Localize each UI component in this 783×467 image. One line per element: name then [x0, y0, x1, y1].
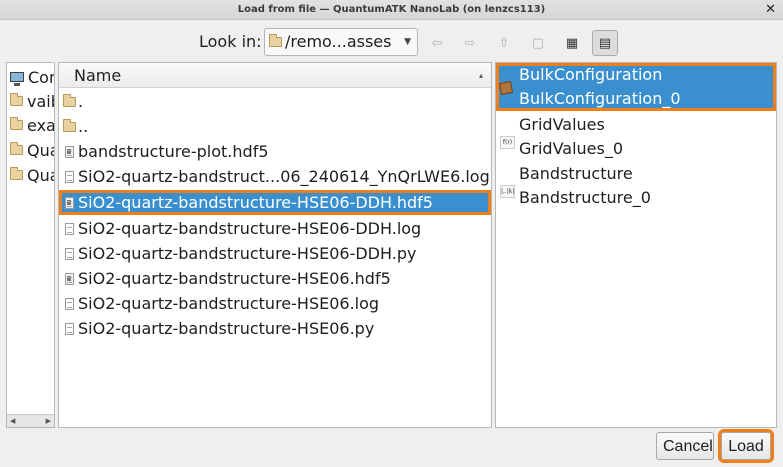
list-view-button[interactable]: ▦ — [559, 30, 585, 56]
object-type: BulkConfiguration — [519, 65, 663, 84]
file-row[interactable]: SiO2-quartz-bandstructure-HSE06.py — [59, 316, 491, 341]
file-name: SiO2-quartz-bandstructure-HSE06-DDH.log — [78, 219, 422, 238]
sidebar-item-label: vaibhav — [27, 91, 54, 111]
folder-icon — [10, 93, 23, 106]
hdf5-file-icon — [64, 272, 74, 285]
file-name: SiO2-quartz-bandstructure-HSE06-DDH.hdf5 — [78, 193, 433, 212]
sidebar-horizontal-scrollbar[interactable]: ◀ ▶ — [7, 414, 54, 427]
grid-values-icon: f(r) — [500, 136, 515, 149]
object-id: BulkConfiguration_0 — [519, 89, 681, 108]
window-titlebar: Load from file — QuantumATK NanoLab (on … — [0, 0, 783, 20]
sidebar-item-label: Computer — [28, 67, 54, 87]
sidebar-item-folder[interactable]: vaibhav — [10, 89, 54, 113]
detail-view-button[interactable]: ▤ — [592, 30, 618, 56]
computer-icon — [10, 72, 24, 86]
forward-button[interactable]: ⇨ — [457, 30, 483, 56]
file-icon — [64, 222, 74, 235]
file-name: SiO2-quartz-bandstructure-HSE06.py — [78, 319, 375, 338]
folder-icon — [269, 34, 282, 47]
file-row[interactable]: SiO2-quartz-bandstructure-HSE06.hdf5 — [59, 266, 491, 291]
sidebar-item-folder[interactable]: QuantumATK — [10, 163, 54, 187]
file-name: SiO2-quartz-bandstructure-HSE06-DDH.py — [78, 244, 417, 263]
scroll-left-icon[interactable]: ◀ — [10, 417, 15, 425]
sidebar-item-folder[interactable]: examples — [10, 113, 55, 137]
close-icon[interactable]: ✕ — [765, 1, 776, 19]
file-name: bandstructure-plot.hdf5 — [78, 142, 269, 161]
object-id: GridValues_0 — [519, 139, 624, 158]
file-list: Name ▴ . .. bandstructure-plot.hdf5 SiO2… — [58, 62, 492, 428]
sidebar-item-label: QuantumATK — [27, 140, 54, 160]
window-title: Load from file — QuantumATK NanoLab (on … — [237, 4, 546, 15]
file-name: . — [78, 92, 84, 111]
object-id: Bandstructure_0 — [519, 188, 651, 207]
file-name: .. — [78, 117, 89, 136]
sidebar-item-label: examples — [27, 115, 55, 135]
new-folder-button[interactable]: ▢ — [525, 30, 551, 56]
object-type: GridValues — [519, 115, 605, 134]
sidebar-item-label: QuantumATK — [27, 165, 54, 185]
sidebar-item-computer[interactable]: Computer — [10, 65, 54, 89]
file-icon — [64, 247, 74, 260]
folder-icon — [10, 117, 23, 130]
column-header-name[interactable]: Name ▴ — [59, 63, 491, 88]
file-icon — [64, 170, 74, 183]
file-row[interactable]: SiO2-quartz-bandstructure-HSE06-DDH.py — [59, 241, 491, 266]
file-row[interactable]: SiO2-quartz-bandstructure-HSE06.log — [59, 291, 491, 316]
hdf5-file-icon — [64, 145, 74, 158]
file-row[interactable]: bandstructure-plot.hdf5 — [59, 139, 491, 164]
object-item-selected[interactable]: BulkConfiguration BulkConfiguration_0 — [496, 63, 776, 111]
look-in-combobox[interactable]: /remo...asses ▼ — [264, 28, 418, 56]
parent-directory-button[interactable]: ⇧ — [491, 30, 517, 56]
bandstructure-icon: |,.|k| — [500, 185, 515, 198]
look-in-path: /remo...asses — [285, 32, 392, 51]
folder-icon — [62, 93, 76, 107]
file-row[interactable]: SiO2-quartz-bandstructure-HSE06-DDH.log — [59, 216, 491, 241]
folder-icon — [62, 118, 76, 132]
cancel-button[interactable]: Cancel — [656, 432, 714, 460]
sidebar-item-folder[interactable]: QuantumATK — [10, 138, 54, 162]
file-name: SiO2-quartz-bandstructure-HSE06.hdf5 — [78, 269, 391, 288]
file-name: SiO2-quartz-bandstructure-HSE06.log — [78, 294, 380, 313]
object-type: Bandstructure — [519, 164, 633, 183]
file-name: SiO2-quartz-bandstruct...06_240614_YnQrL… — [78, 167, 490, 186]
toolbar: Look in: /remo...asses ▼ ⇦ ⇨ ⇧ ▢ ▦ ▤ — [0, 24, 783, 62]
file-icon — [64, 297, 74, 310]
dropdown-caret-icon: ▼ — [404, 37, 411, 47]
bulk-configuration-icon — [498, 80, 514, 96]
object-list: BulkConfiguration BulkConfiguration_0 f(… — [495, 62, 777, 428]
file-row-selected[interactable]: SiO2-quartz-bandstructure-HSE06-DDH.hdf5 — [59, 190, 491, 215]
places-sidebar: Computer vaibhav examples QuantumATK Qua… — [6, 62, 55, 428]
file-row[interactable]: .. — [59, 114, 491, 139]
object-item[interactable]: |,.|k| Bandstructure Bandstructure_0 — [496, 162, 776, 210]
back-button[interactable]: ⇦ — [424, 30, 450, 56]
scroll-right-icon[interactable]: ▶ — [46, 417, 51, 425]
folder-icon — [10, 167, 23, 180]
load-button[interactable]: Load — [718, 429, 774, 463]
look-in-label: Look in: — [199, 32, 262, 51]
object-item[interactable]: f(r) GridValues GridValues_0 — [496, 113, 776, 161]
sort-indicator-icon: ▴ — [478, 71, 483, 80]
file-icon — [64, 322, 74, 335]
file-row[interactable]: . — [59, 89, 491, 114]
hdf5-file-icon — [64, 196, 74, 209]
file-row[interactable]: SiO2-quartz-bandstruct...06_240614_YnQrL… — [59, 164, 491, 189]
folder-icon — [10, 142, 23, 155]
